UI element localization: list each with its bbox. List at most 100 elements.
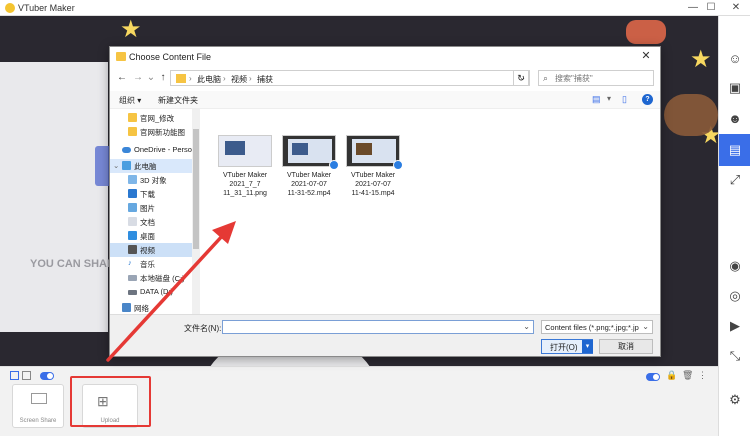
expand-arrow-icon[interactable]: ⌄ — [113, 161, 119, 170]
dialog-footer: 文件名(N): ⌄ Content files (*.png;*.jpg;*.j… — [110, 314, 660, 356]
tree-item-selected[interactable]: 视频 — [110, 243, 192, 257]
right-toolbar: ☺ ▣ ☻ ▤ ⤢ ◉ ◎ ▶ ⤡ ⚙ — [718, 16, 750, 436]
file-name-line: 2021_7_7 — [229, 181, 261, 188]
file-item[interactable]: VTuber Maker 2021-07-07 11-41-15.mp4 — [340, 135, 406, 198]
tree-item-label: 下载 — [140, 190, 155, 199]
star-decoration-icon: ★ — [690, 46, 712, 73]
dialog-navbar: ← → ⌄ ↑ › 此电脑 › 视频 › 捕获 ⌄ ↻ ⌕ — [110, 67, 660, 89]
tree-item[interactable]: 文档 — [110, 215, 192, 229]
star-decoration-icon: ★ — [120, 16, 142, 43]
collapse-icon[interactable]: ⤡ — [725, 346, 745, 366]
file-item[interactable]: VTuber Maker 2021-07-07 11-31-52.mp4 — [276, 135, 342, 198]
breadcrumb-item[interactable]: 此电脑 — [197, 74, 221, 85]
image-icon[interactable]: ▣ — [725, 78, 745, 98]
emoji-icon[interactable]: ☻ — [725, 108, 745, 128]
view-dropdown-icon[interactable]: ▾ — [607, 94, 611, 103]
dialog-titlebar: Choose Content File ✕ — [110, 47, 660, 67]
file-list: VTuber Maker 2021_7_7 11_31_11.png VTube… — [202, 109, 660, 314]
preview-pane-icon[interactable]: ▯ — [622, 94, 627, 105]
tree-item-label: 官网新功能图 — [140, 128, 185, 137]
open-dropdown-icon[interactable]: ▾ — [582, 340, 593, 353]
tree-item[interactable]: DATA (D:) — [110, 285, 192, 299]
content-toggle[interactable] — [646, 373, 660, 381]
breadcrumb-item[interactable]: 捕获 — [257, 74, 273, 85]
folder-icon — [176, 74, 186, 83]
tree-item[interactable]: ♪ 音乐 — [110, 257, 192, 271]
search-input[interactable] — [555, 72, 651, 84]
tree-item[interactable]: 图片 — [110, 201, 192, 215]
tree-item[interactable]: 官网新功能图 — [110, 125, 192, 139]
scrollbar-thumb[interactable] — [193, 129, 199, 249]
tree-item[interactable]: 本地磁盘 (C:) — [110, 271, 192, 285]
tree-item-label: 官网_修改 — [140, 114, 175, 123]
tree-item[interactable]: 网络 — [110, 301, 192, 314]
layout-icon[interactable] — [10, 371, 19, 380]
organize-button[interactable]: 组织 ▾ — [119, 95, 141, 106]
screen-share-tile[interactable]: Screen Share — [12, 384, 64, 428]
file-type-select[interactable]: Content files (*.png;*.jpg;*.jp ⌄ — [541, 320, 653, 334]
tree-scrollbar[interactable] — [192, 109, 200, 314]
breadcrumb-separator: › — [189, 74, 192, 83]
settings-gear-icon[interactable]: ⚙ — [725, 390, 745, 410]
tree-item[interactable]: 桌面 — [110, 229, 192, 243]
share-panel — [0, 62, 108, 332]
new-folder-button[interactable]: 新建文件夹 — [158, 95, 198, 106]
fullscreen-icon[interactable]: ⤢ — [725, 170, 745, 190]
filename-input[interactable]: ⌄ — [222, 320, 534, 334]
recent-dropdown-icon[interactable]: ⌄ — [145, 71, 157, 85]
app-title: VTuber Maker — [18, 3, 75, 13]
file-item[interactable]: VTuber Maker 2021_7_7 11_31_11.png — [212, 135, 278, 198]
minimize-icon[interactable]: — — [684, 1, 702, 15]
screen-share-label: Screen Share — [19, 418, 57, 424]
cancel-button[interactable]: 取消 — [599, 339, 653, 354]
file-type-dropdown-icon[interactable]: ⌄ — [642, 322, 649, 331]
trash-icon[interactable]: 🗑 — [682, 370, 693, 381]
more-icon[interactable]: ⋮ — [698, 370, 707, 381]
drive-icon — [128, 290, 137, 295]
filename-dropdown-icon[interactable]: ⌄ — [523, 322, 530, 331]
view-options-icon[interactable]: ▤ — [592, 94, 601, 105]
monitor-icon — [31, 393, 47, 404]
address-bar[interactable]: › 此电脑 › 视频 › 捕获 ⌄ — [170, 70, 530, 86]
breadcrumb-separator: › — [249, 74, 252, 83]
close-icon[interactable]: ✕ — [727, 1, 745, 15]
file-name-line: 11_31_11.png — [223, 190, 267, 197]
help-icon[interactable]: ? — [642, 94, 653, 105]
tree-item[interactable]: 下载 — [110, 187, 192, 201]
tree-item[interactable]: OneDrive - Perso — [110, 143, 192, 157]
avatar-icon[interactable]: ☺ — [725, 48, 745, 68]
computer-icon — [122, 161, 131, 170]
dialog-close-icon[interactable]: ✕ — [634, 48, 658, 65]
content-icon[interactable]: ▤ — [719, 134, 750, 166]
refresh-icon[interactable]: ↻ — [513, 70, 529, 86]
layout-alt-icon[interactable] — [22, 371, 31, 380]
file-name-line: 2021-07-07 — [291, 181, 327, 188]
tree-item-label: 视频 — [140, 246, 155, 255]
download-icon — [128, 189, 137, 198]
tree-item[interactable]: ⌄ 此电脑 — [110, 159, 192, 173]
eye-icon[interactable]: ◎ — [725, 286, 745, 306]
cloud-icon — [122, 147, 131, 153]
webcam-icon[interactable]: ◉ — [725, 256, 745, 276]
music-icon: ♪ — [128, 258, 132, 267]
open-button-label: 打开(O) — [550, 343, 578, 352]
tree-item-label: 图片 — [140, 204, 155, 213]
tree-item[interactable]: 3D 对象 — [110, 173, 192, 187]
breadcrumb-item[interactable]: 视频 — [231, 74, 247, 85]
maximize-icon[interactable]: ☐ — [702, 1, 720, 15]
tree-item-label: 3D 对象 — [140, 176, 167, 185]
video-icon — [128, 245, 137, 254]
forward-arrow-icon[interactable]: → — [132, 71, 144, 85]
lock-icon[interactable]: 🔒 — [666, 370, 677, 381]
tree-item[interactable]: 官网_修改 — [110, 111, 192, 125]
share-toggle[interactable] — [40, 372, 54, 380]
video-thumbnail — [282, 135, 339, 170]
back-arrow-icon[interactable]: ← — [116, 71, 128, 85]
up-arrow-icon[interactable]: ↑ — [157, 71, 169, 85]
tree-item-label: 此电脑 — [134, 162, 157, 171]
tv-icon[interactable]: ▶ — [725, 316, 745, 336]
picture-icon — [128, 203, 137, 212]
file-name-line: VTuber Maker — [222, 172, 268, 179]
search-box[interactable]: ⌕ — [538, 70, 654, 86]
open-button[interactable]: 打开(O) ▾ — [541, 339, 593, 354]
